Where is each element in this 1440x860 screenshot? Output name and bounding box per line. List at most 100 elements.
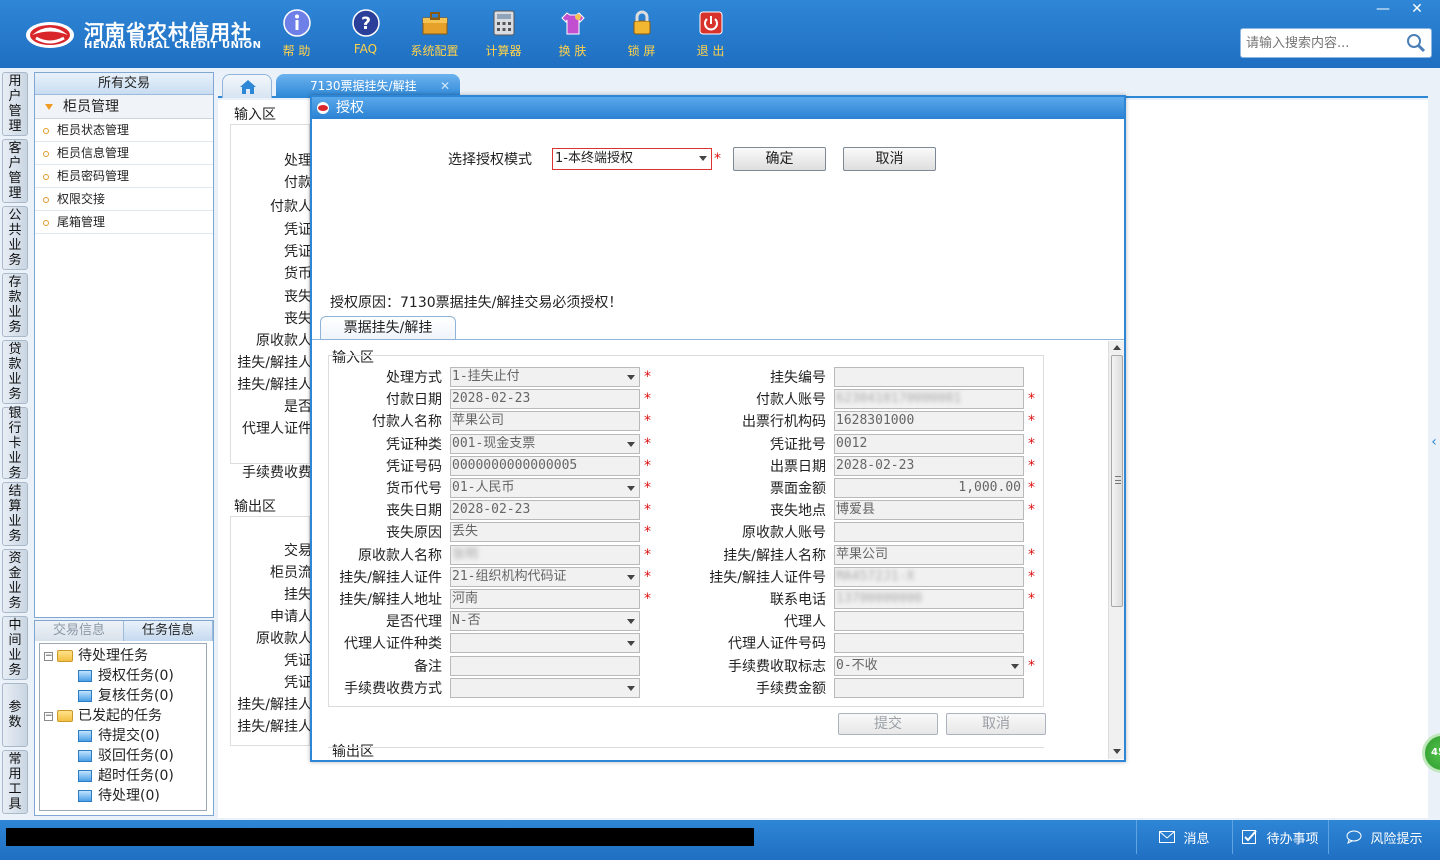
menu-item-permission-handover[interactable]: 权限交接 <box>35 188 213 211</box>
field-input[interactable]: 0000000000000005 <box>450 455 640 476</box>
tab-task-info[interactable]: 任务信息 <box>124 621 213 641</box>
nav-help[interactable]: 帮 助 <box>262 6 331 62</box>
field-input[interactable]: 1628301000 <box>834 411 1024 432</box>
field-input[interactable]: 2028-02-23 <box>450 389 640 410</box>
status-todo-button[interactable]: 待办事项 <box>1232 820 1328 854</box>
form-scrollbar[interactable] <box>1108 341 1124 759</box>
vtab-label: 公共业务 <box>8 208 22 268</box>
menu-item-teller-password[interactable]: 柜员密码管理 <box>35 165 213 188</box>
field-input[interactable]: 丢失 <box>450 522 640 543</box>
vtab-label: 结算业务 <box>8 484 22 544</box>
field-input[interactable]: 苹果公司 <box>834 544 1024 565</box>
field-input[interactable]: 13700000000 <box>834 589 1024 609</box>
scroll-down-icon[interactable] <box>1113 749 1121 754</box>
vtab-card-business[interactable]: 银行卡业务 <box>2 406 28 481</box>
required-asterisk: * <box>1028 457 1035 474</box>
menu-group-teller-management[interactable]: 柜员管理 <box>35 95 213 119</box>
bg-input-label: 凭证 <box>284 222 312 238</box>
field-input[interactable]: 2028-02-23 <box>834 455 1024 476</box>
field-label: 代理人 <box>784 614 826 631</box>
vtab-intermediate-business[interactable]: 中间业务 <box>2 616 28 680</box>
menu-item-teller-info[interactable]: 柜员信息管理 <box>35 142 213 165</box>
field-input[interactable]: 苹果公司 <box>450 411 640 432</box>
cancel-button[interactable]: 取消 <box>843 147 936 171</box>
menu-item-teller-status[interactable]: 柜员状态管理 <box>35 119 213 142</box>
tree-node-rejected[interactable]: 驳回任务(0) <box>40 746 206 766</box>
field-input[interactable]: 博爱县 <box>834 500 1024 521</box>
submit-button[interactable]: 提交 <box>838 713 938 735</box>
field-input[interactable]: 2028-02-23 <box>450 500 640 521</box>
nav-faq[interactable]: ? FAQ <box>331 6 400 62</box>
tree-node-to-submit[interactable]: 待提交(0) <box>40 726 206 746</box>
tab-transaction-info[interactable]: 交易信息 <box>35 621 124 641</box>
vtab-loan-business[interactable]: 贷款业务 <box>2 340 28 404</box>
tree-node-timeout[interactable]: 超时任务(0) <box>40 766 206 786</box>
close-window-button[interactable]: ✕ <box>1400 0 1434 20</box>
field-input[interactable] <box>834 677 1024 698</box>
tree-node-auth-tasks[interactable]: 授权任务(0) <box>40 666 206 686</box>
tree-node-label: 驳回任务(0) <box>98 748 174 764</box>
field-select[interactable]: 1-挂失止付 <box>450 367 640 387</box>
chevron-down-icon <box>627 574 635 580</box>
field-input[interactable]: 0012 <box>834 433 1024 454</box>
side-collapse-arrow-icon[interactable]: ‹ <box>1428 422 1440 462</box>
auth-mode-select[interactable]: 1-本终端授权 <box>552 148 712 170</box>
field-input[interactable] <box>834 611 1024 632</box>
field-input[interactable]: 河南 <box>450 589 640 609</box>
field-select[interactable]: 01-人民币 <box>450 478 640 498</box>
status-risk-button[interactable]: 风险提示 <box>1328 820 1440 854</box>
tree-node-initiated[interactable]: − 已发起的任务 <box>40 706 206 726</box>
vtab-public-business[interactable]: 公共业务 <box>2 206 28 270</box>
vtab-customer-management[interactable]: 客户管理 <box>2 139 28 203</box>
nav-calculator[interactable]: 计算器 <box>469 6 538 62</box>
nav-config[interactable]: 系统配置 <box>400 6 469 62</box>
scroll-up-icon[interactable] <box>1113 345 1121 350</box>
search-icon[interactable] <box>1405 32 1427 54</box>
form-row: 代理人* <box>696 611 1035 632</box>
field-input[interactable] <box>834 633 1024 654</box>
tree-node-review-tasks[interactable]: 复核任务(0) <box>40 686 206 706</box>
field-value: 0-不收 <box>836 657 878 673</box>
field-select[interactable]: 0-不收 <box>834 655 1024 676</box>
field-input[interactable] <box>834 367 1024 387</box>
tree-node-label: 复核任务(0) <box>98 688 174 704</box>
vtab-common-tools[interactable]: 常用工具 <box>2 750 28 814</box>
vtab-label: 贷款业务 <box>8 342 22 402</box>
field-select[interactable]: 001-现金支票 <box>450 433 640 454</box>
field-input[interactable]: MA4572J1-X <box>834 566 1024 587</box>
confirm-button[interactable]: 确定 <box>733 147 826 171</box>
field-select[interactable]: 21-组织机构代码证 <box>450 566 640 587</box>
field-select[interactable] <box>450 677 640 698</box>
field-input[interactable] <box>450 655 640 676</box>
nav-lock[interactable]: 锁 屏 <box>607 6 676 62</box>
field-input[interactable] <box>834 522 1024 543</box>
collapse-toggle-icon[interactable]: − <box>44 711 53 721</box>
vtab-label: 参数 <box>8 700 22 730</box>
menu-item-tail-box[interactable]: 尾箱管理 <box>35 211 213 234</box>
nav-config-label: 系统配置 <box>410 44 459 58</box>
vtab-settlement-business[interactable]: 结算业务 <box>2 482 28 546</box>
vtab-user-management[interactable]: 用户管理 <box>2 72 28 136</box>
tab-bill-loss-report[interactable]: 票据挂失/解挂 <box>320 316 456 340</box>
home-tab[interactable] <box>222 74 272 98</box>
field-input[interactable]: 张明 <box>450 544 640 565</box>
field-input[interactable]: 6230410170000001 <box>834 389 1024 410</box>
tree-node-pending[interactable]: − 待处理任务 <box>40 646 206 666</box>
field-select[interactable]: N-否 <box>450 611 640 632</box>
task-panel: 交易信息 任务信息 − 待处理任务 授权任务(0) 复核任务(0) − 已发起的任务… <box>34 620 214 816</box>
scrollbar-thumb[interactable] <box>1111 355 1123 607</box>
field-select[interactable] <box>450 633 640 654</box>
vtab-parameters[interactable]: 参数 <box>2 683 28 747</box>
minimize-button[interactable]: — <box>1366 0 1400 20</box>
vtab-deposit-business[interactable]: 存款业务 <box>2 273 28 337</box>
form-cancel-button[interactable]: 取消 <box>946 713 1046 735</box>
vtab-fund-business[interactable]: 资金业务 <box>2 549 28 613</box>
collapse-toggle-icon[interactable]: − <box>44 651 53 661</box>
dialog-title-bar: 授权 <box>312 97 1124 119</box>
status-message-button[interactable]: 消息 <box>1136 820 1232 854</box>
nav-exit[interactable]: 退 出 <box>676 6 745 62</box>
search-input[interactable] <box>1241 29 1401 57</box>
nav-skin[interactable]: 换 肤 <box>538 6 607 62</box>
tree-node-to-process[interactable]: 待处理(0) <box>40 786 206 806</box>
field-input[interactable]: 1,000.00 <box>834 478 1024 498</box>
